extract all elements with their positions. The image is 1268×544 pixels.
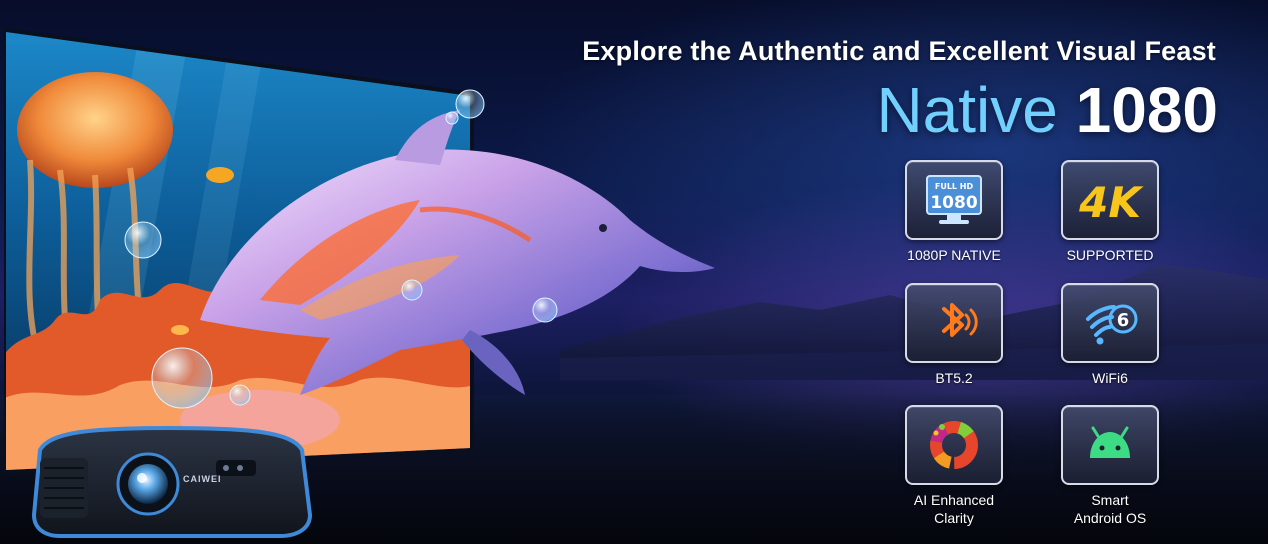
headline-1080: 1080 — [1075, 74, 1218, 146]
feature-bluetooth: BT5.2 — [884, 283, 1024, 387]
svg-text:4K: 4K — [1078, 178, 1144, 225]
full-hd-1080-monitor-icon: FULL HD 1080 — [926, 175, 982, 224]
feature-4k-supported: 4K SUPPORTED — [1040, 160, 1180, 264]
feature-label: 1080P NATIVE — [907, 247, 1001, 263]
svg-text:FULL HD: FULL HD — [935, 182, 974, 191]
hero-banner: CAIWEI Explore the Authentic and Excelle… — [0, 0, 1268, 544]
svg-text:1080: 1080 — [930, 193, 977, 213]
feature-wifi6: 6 WiFi6 — [1040, 283, 1180, 387]
bluetooth-icon — [942, 303, 978, 337]
feature-label: WiFi6 — [1092, 370, 1128, 386]
feature-tile — [905, 405, 1003, 485]
feature-ai-enhanced-clarity: AI Enhanced Clarity — [884, 405, 1024, 527]
wifi6-icon: 6 — [1086, 304, 1138, 345]
feature-label-line2: Clarity — [934, 510, 974, 526]
ai-color-ring-icon — [930, 421, 978, 469]
feature-tile: 4K — [1061, 160, 1159, 240]
feature-label-line1: AI Enhanced — [913, 492, 995, 508]
tagline: Explore the Authentic and Excellent Visu… — [582, 36, 1216, 66]
headline-native: Native — [876, 74, 1058, 146]
feature-label: Smart Android OS — [1040, 491, 1180, 527]
feature-tile: 6 — [1061, 283, 1159, 363]
feature-1080p-native: FULL HD 1080 1080P NATIVE — [884, 160, 1024, 264]
feature-label: BT5.2 — [935, 370, 973, 386]
svg-text:6: 6 — [1117, 310, 1130, 331]
4k-icon: 4K — [1078, 178, 1144, 225]
headline: Native 1080 — [876, 72, 1218, 148]
feature-android-os: Smart Android OS — [1040, 405, 1180, 527]
android-icon — [1090, 426, 1130, 458]
feature-label-line2: Android OS — [1073, 510, 1147, 526]
projector-brand: CAIWEI — [183, 474, 222, 484]
feature-tile — [905, 283, 1003, 363]
feature-label-line1: Smart — [1091, 492, 1129, 508]
feature-label: AI Enhanced Clarity — [884, 491, 1024, 527]
projector-device — [31, 425, 313, 538]
feature-label: SUPPORTED — [1066, 247, 1154, 263]
feature-tile — [1061, 405, 1159, 485]
feature-tile: FULL HD 1080 — [905, 160, 1003, 240]
